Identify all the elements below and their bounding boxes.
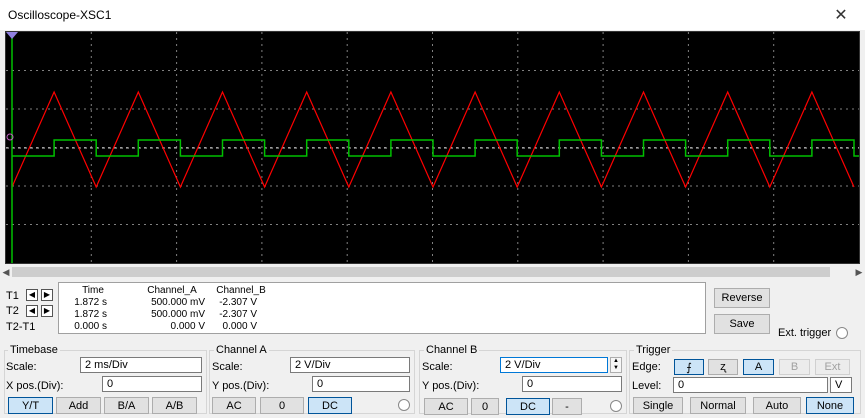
channel-b-ac-button[interactable]: AC bbox=[424, 398, 468, 415]
channel-a-zero-button[interactable]: 0 bbox=[260, 397, 304, 414]
trigger-auto-button[interactable]: Auto bbox=[753, 397, 801, 414]
save-button[interactable]: Save bbox=[714, 314, 770, 334]
trigger-level-label: Level: bbox=[632, 380, 662, 392]
channel-b-title: Channel B bbox=[424, 344, 480, 356]
trigger-level-field[interactable]: 0 bbox=[673, 377, 828, 393]
close-icon: ✕ bbox=[834, 7, 848, 24]
timebase-xpos-label: X pos.(Div): bbox=[6, 380, 64, 392]
header-channel-a: Channel_A bbox=[147, 285, 197, 296]
trigger-none-button[interactable]: None bbox=[806, 397, 854, 414]
title-bar bbox=[0, 0, 865, 30]
cursor-readout: Time Channel_A Channel_B 1.872 s 500.000… bbox=[58, 282, 706, 334]
channel-a-scale-field[interactable]: 2 V/Div bbox=[290, 357, 410, 373]
channel-a-ypos-field[interactable]: 0 bbox=[312, 376, 410, 392]
timebase-scale-field[interactable]: 2 ms/Div bbox=[80, 357, 202, 373]
channel-b-scale-label: Scale: bbox=[422, 361, 453, 373]
t2-t1-channel-a: 0.000 V bbox=[170, 321, 205, 332]
trigger-source-a-button[interactable]: A bbox=[743, 359, 774, 375]
ext-trigger-label: Ext. trigger bbox=[778, 327, 832, 339]
t1-time: 1.872 s bbox=[74, 297, 107, 308]
cursor-t1-marker bbox=[6, 32, 18, 39]
scroll-right-icon[interactable]: ▶ bbox=[853, 265, 865, 279]
channel-b-terminal[interactable] bbox=[610, 400, 622, 412]
scroll-left-icon[interactable]: ◀ bbox=[0, 265, 12, 279]
t2-label: T2 bbox=[6, 305, 19, 317]
channel-a-ypos-label: Y pos.(Div): bbox=[212, 380, 270, 392]
t2-channel-a: 500.000 mV bbox=[151, 309, 205, 320]
mode-ab-button[interactable]: A/B bbox=[152, 397, 197, 414]
t2-left-arrow-icon[interactable]: ◀ bbox=[26, 305, 38, 317]
channel-a-ac-button[interactable]: AC bbox=[212, 397, 256, 414]
mode-yt-button[interactable]: Y/T bbox=[8, 397, 53, 414]
timebase-title: Timebase bbox=[8, 344, 60, 356]
channel-b-scale-spinner[interactable]: ▲ ▼ bbox=[610, 357, 622, 373]
falling-edge-icon: ʐ bbox=[720, 361, 726, 373]
rising-edge-icon: ⨍ bbox=[686, 361, 692, 374]
mode-ba-button[interactable]: B/A bbox=[104, 397, 149, 414]
t2-right-arrow-icon[interactable]: ▶ bbox=[41, 305, 53, 317]
ext-trigger-terminal[interactable] bbox=[836, 327, 848, 339]
scope-display bbox=[5, 31, 860, 264]
window-title: Oscilloscope-XSC1 bbox=[8, 8, 112, 22]
scroll-thumb[interactable] bbox=[12, 267, 830, 277]
scope-plot bbox=[6, 32, 859, 263]
horizontal-scrollbar[interactable]: ◀ ▶ bbox=[0, 265, 865, 279]
channel-b-invert-button[interactable]: - bbox=[552, 398, 582, 415]
t1-right-arrow-icon[interactable]: ▶ bbox=[41, 289, 53, 301]
trigger-source-ext-button[interactable]: Ext bbox=[815, 359, 850, 375]
channel-b-zero-button[interactable]: 0 bbox=[471, 398, 499, 415]
rising-edge-button[interactable]: ⨍ bbox=[674, 359, 704, 375]
t2-t1-channel-b: 0.000 V bbox=[222, 321, 257, 332]
channel-a-scale-label: Scale: bbox=[212, 361, 243, 373]
trigger-normal-button[interactable]: Normal bbox=[690, 397, 746, 414]
trigger-source-b-button[interactable]: B bbox=[779, 359, 810, 375]
timebase-xpos-field[interactable]: 0 bbox=[102, 376, 202, 392]
t1-channel-b: -2.307 V bbox=[219, 297, 257, 308]
channel-b-trace bbox=[12, 139, 859, 157]
trigger-level-unit[interactable]: V bbox=[830, 377, 852, 393]
t2-t1-label: T2-T1 bbox=[6, 321, 36, 333]
close-button[interactable]: ✕ bbox=[823, 2, 859, 28]
trigger-edge-label: Edge: bbox=[632, 361, 661, 373]
t2-t1-time: 0.000 s bbox=[74, 321, 107, 332]
trigger-title: Trigger bbox=[634, 344, 673, 356]
header-time: Time bbox=[82, 285, 104, 296]
t2-time: 1.872 s bbox=[74, 309, 107, 320]
t1-label: T1 bbox=[6, 290, 19, 302]
t1-left-arrow-icon[interactable]: ◀ bbox=[26, 289, 38, 301]
header-channel-b: Channel_B bbox=[216, 285, 266, 296]
channel-a-dc-button[interactable]: DC bbox=[308, 397, 352, 414]
trigger-single-button[interactable]: Single bbox=[633, 397, 683, 414]
t2-channel-b: -2.307 V bbox=[219, 309, 257, 320]
mode-add-button[interactable]: Add bbox=[56, 397, 101, 414]
channel-b-scale-field[interactable]: 2 V/Div bbox=[500, 357, 608, 373]
channel-b-ypos-label: Y pos.(Div): bbox=[422, 380, 480, 392]
t1-channel-a: 500.000 mV bbox=[151, 297, 205, 308]
channel-a-terminal[interactable] bbox=[398, 399, 410, 411]
falling-edge-button[interactable]: ʐ bbox=[708, 359, 738, 375]
channel-a-title: Channel A bbox=[214, 344, 269, 356]
channel-b-dc-button[interactable]: DC bbox=[506, 398, 550, 415]
channel-b-ypos-field[interactable]: 0 bbox=[522, 376, 622, 392]
timebase-scale-label: Scale: bbox=[6, 361, 37, 373]
reverse-button[interactable]: Reverse bbox=[714, 288, 770, 308]
